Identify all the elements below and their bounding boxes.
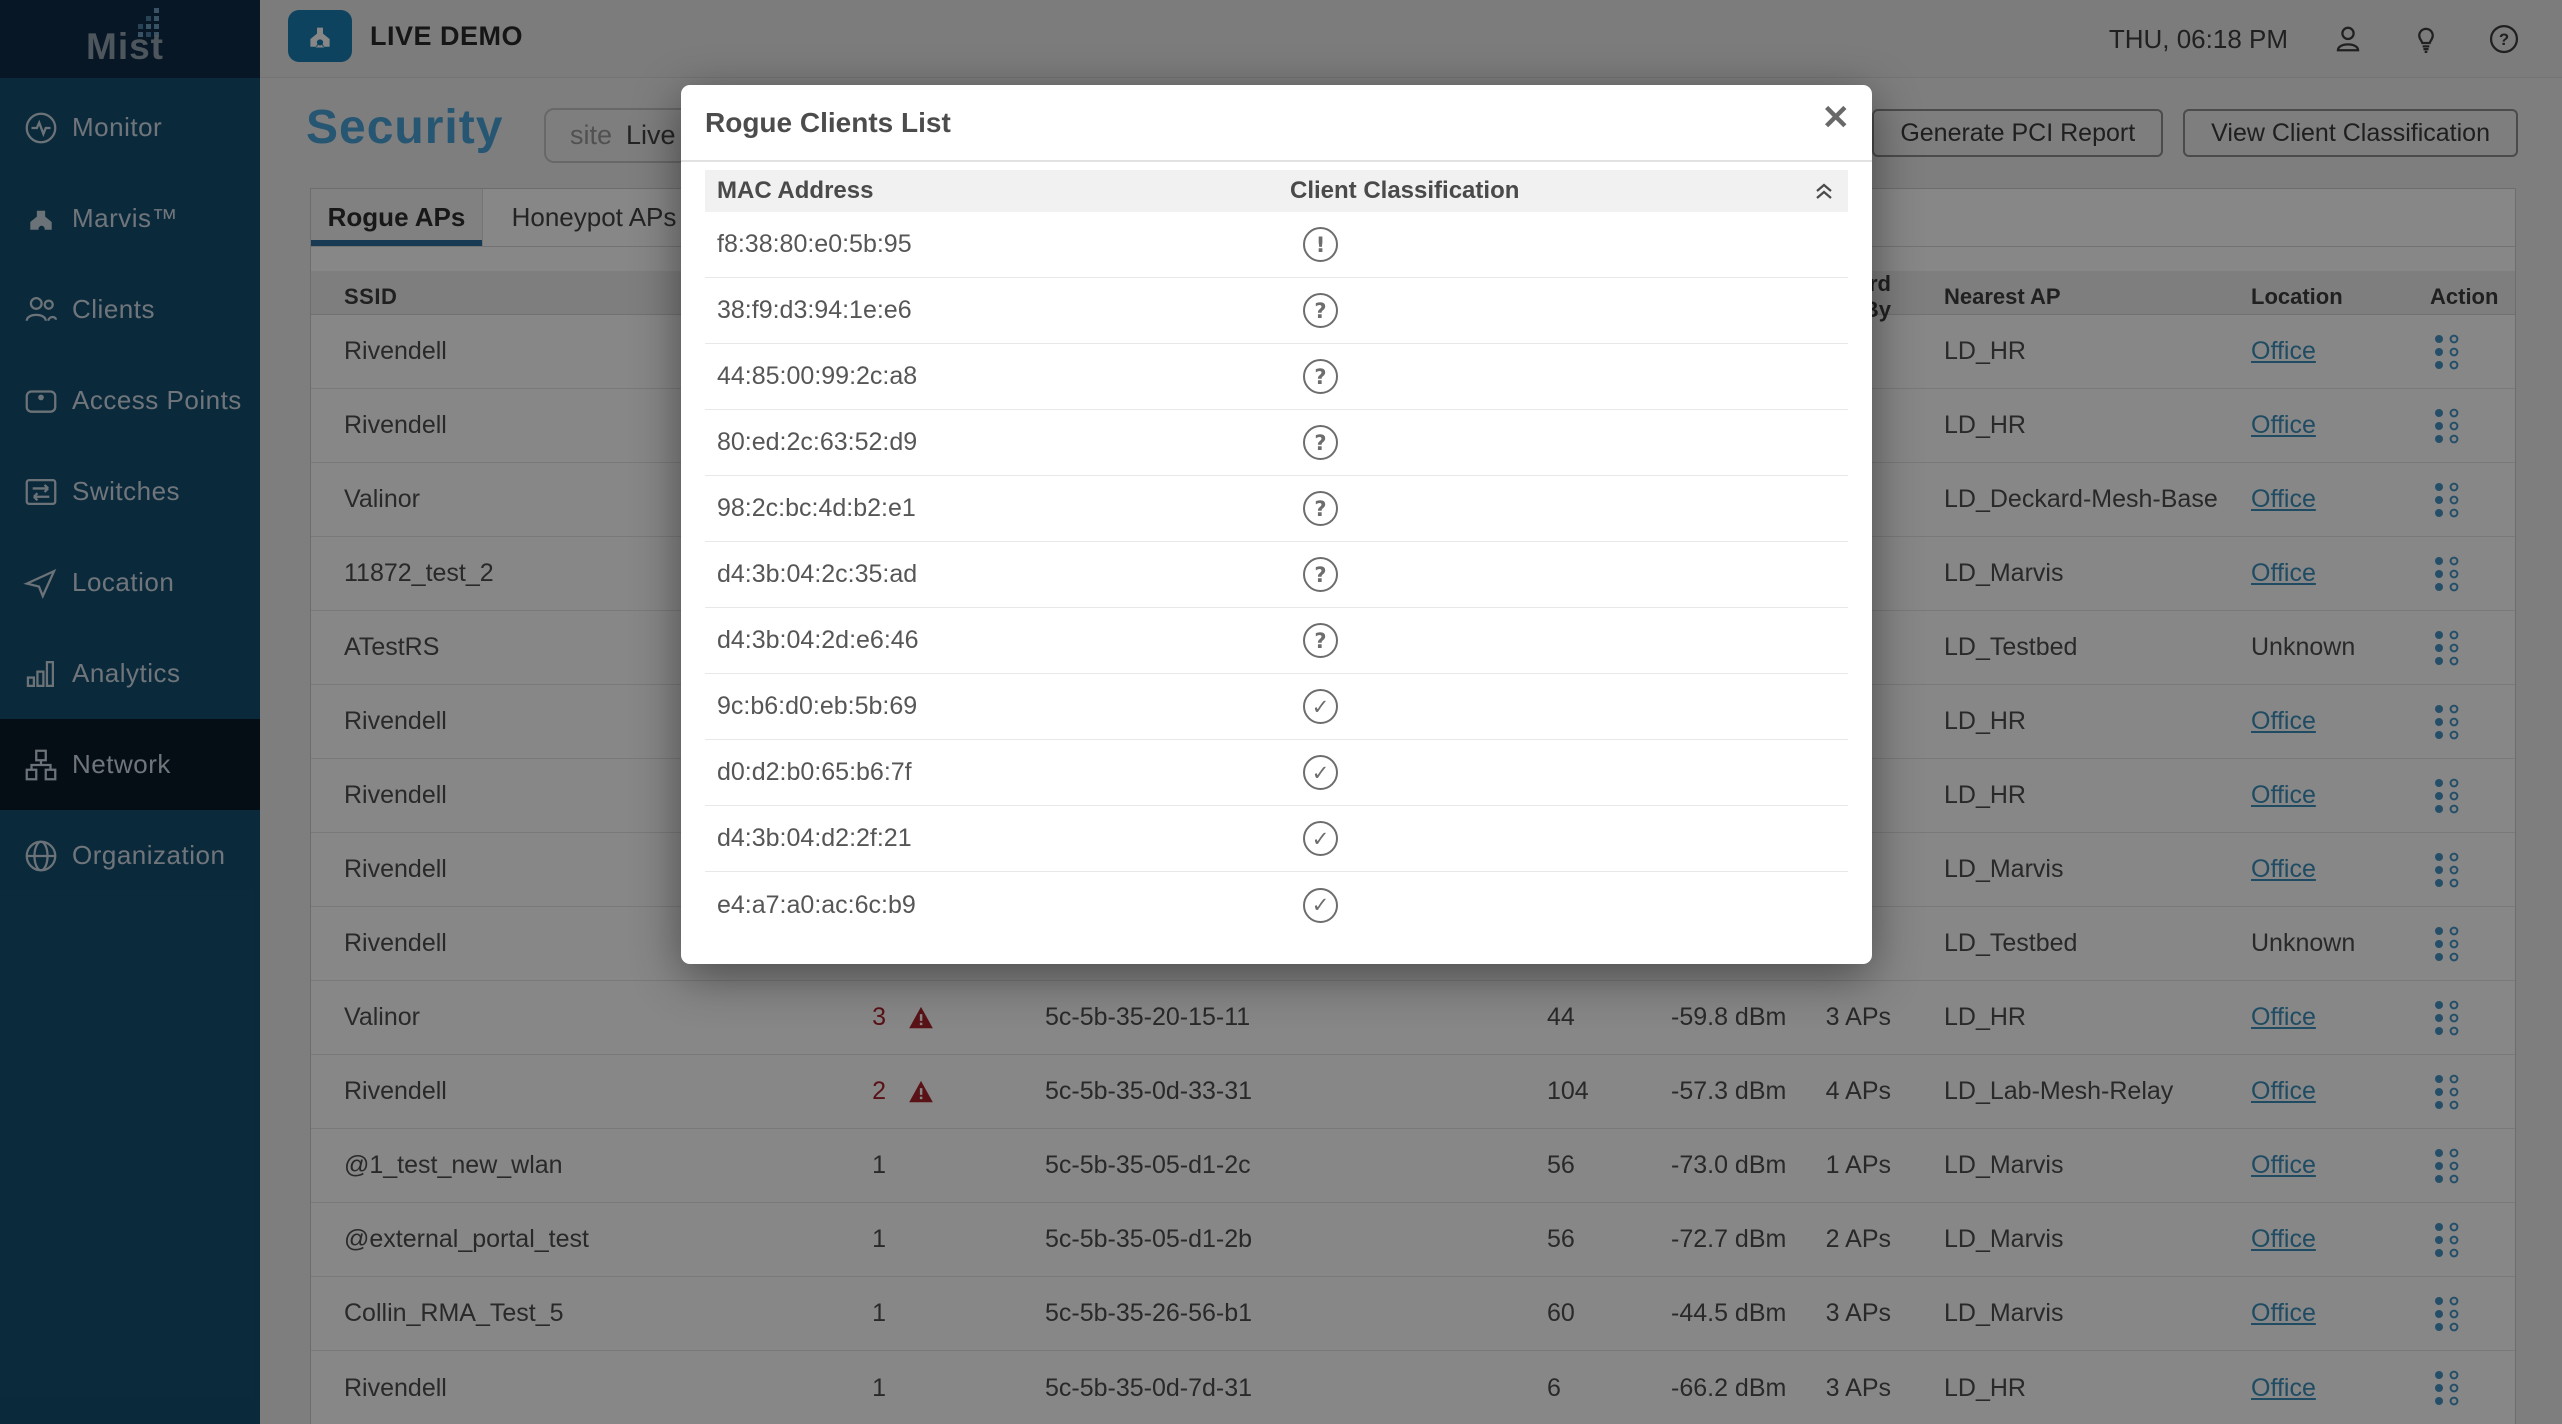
rogue-client-row: d4:3b:04:2d:e6:46 ? [705,608,1848,674]
approved-circle-icon: ✓ [1303,689,1338,724]
unknown-circle-icon: ? [1303,359,1338,394]
modal-col-header-classification[interactable]: Client Classification [1290,177,1848,205]
rogue-client-row: d4:3b:04:d2:2f:21 ✓ [705,806,1848,872]
unknown-circle-icon: ? [1303,293,1338,328]
approved-circle-icon: ✓ [1303,755,1338,790]
modal-body: MAC Address Client Classification f8:38:… [681,162,1872,938]
mac-address-cell: d0:d2:b0:65:b6:7f [705,758,1290,787]
unknown-circle-icon: ? [1303,623,1338,658]
unknown-circle-icon: ? [1303,425,1338,460]
modal-header: Rogue Clients List ✕ [681,85,1872,162]
mac-address-cell: f8:38:80:e0:5b:95 [705,230,1290,259]
rogue-client-row: 98:2c:bc:4d:b2:e1 ? [705,476,1848,542]
rogue-client-row: 44:85:00:99:2c:a8 ? [705,344,1848,410]
modal-table-header: MAC Address Client Classification [705,170,1848,212]
mac-address-cell: d4:3b:04:2d:e6:46 [705,626,1290,655]
rogue-client-row: 38:f9:d3:94:1e:e6 ? [705,278,1848,344]
mac-address-cell: 38:f9:d3:94:1e:e6 [705,296,1290,325]
rogue-client-row: d4:3b:04:2c:35:ad ? [705,542,1848,608]
mac-address-cell: e4:a7:a0:ac:6c:b9 [705,891,1290,920]
rogue-client-row: f8:38:80:e0:5b:95 ! [705,212,1848,278]
mac-address-cell: 9c:b6:d0:eb:5b:69 [705,692,1290,721]
rogue-client-row: 80:ed:2c:63:52:d9 ? [705,410,1848,476]
mac-address-cell: 98:2c:bc:4d:b2:e1 [705,494,1290,523]
rogue-clients-modal: Rogue Clients List ✕ MAC Address Client … [681,85,1872,964]
close-icon[interactable]: ✕ [1822,101,1851,135]
modal-table-body: f8:38:80:e0:5b:95 ! 38:f9:d3:94:1e:e6 ? … [705,212,1848,938]
mac-address-cell: d4:3b:04:d2:2f:21 [705,824,1290,853]
approved-circle-icon: ✓ [1303,821,1338,856]
unknown-circle-icon: ? [1303,491,1338,526]
alert-circle-icon: ! [1303,227,1338,262]
unknown-circle-icon: ? [1303,557,1338,592]
mac-address-cell: 80:ed:2c:63:52:d9 [705,428,1290,457]
mac-address-cell: d4:3b:04:2c:35:ad [705,560,1290,589]
modal-col-header-mac[interactable]: MAC Address [705,177,1290,205]
mac-address-cell: 44:85:00:99:2c:a8 [705,362,1290,391]
rogue-client-row: d0:d2:b0:65:b6:7f ✓ [705,740,1848,806]
approved-circle-icon: ✓ [1303,888,1338,923]
modal-title: Rogue Clients List [705,107,951,139]
rogue-client-row: 9c:b6:d0:eb:5b:69 ✓ [705,674,1848,740]
double-chevron-up-icon[interactable] [1810,177,1838,205]
rogue-client-row: e4:a7:a0:ac:6c:b9 ✓ [705,872,1848,938]
